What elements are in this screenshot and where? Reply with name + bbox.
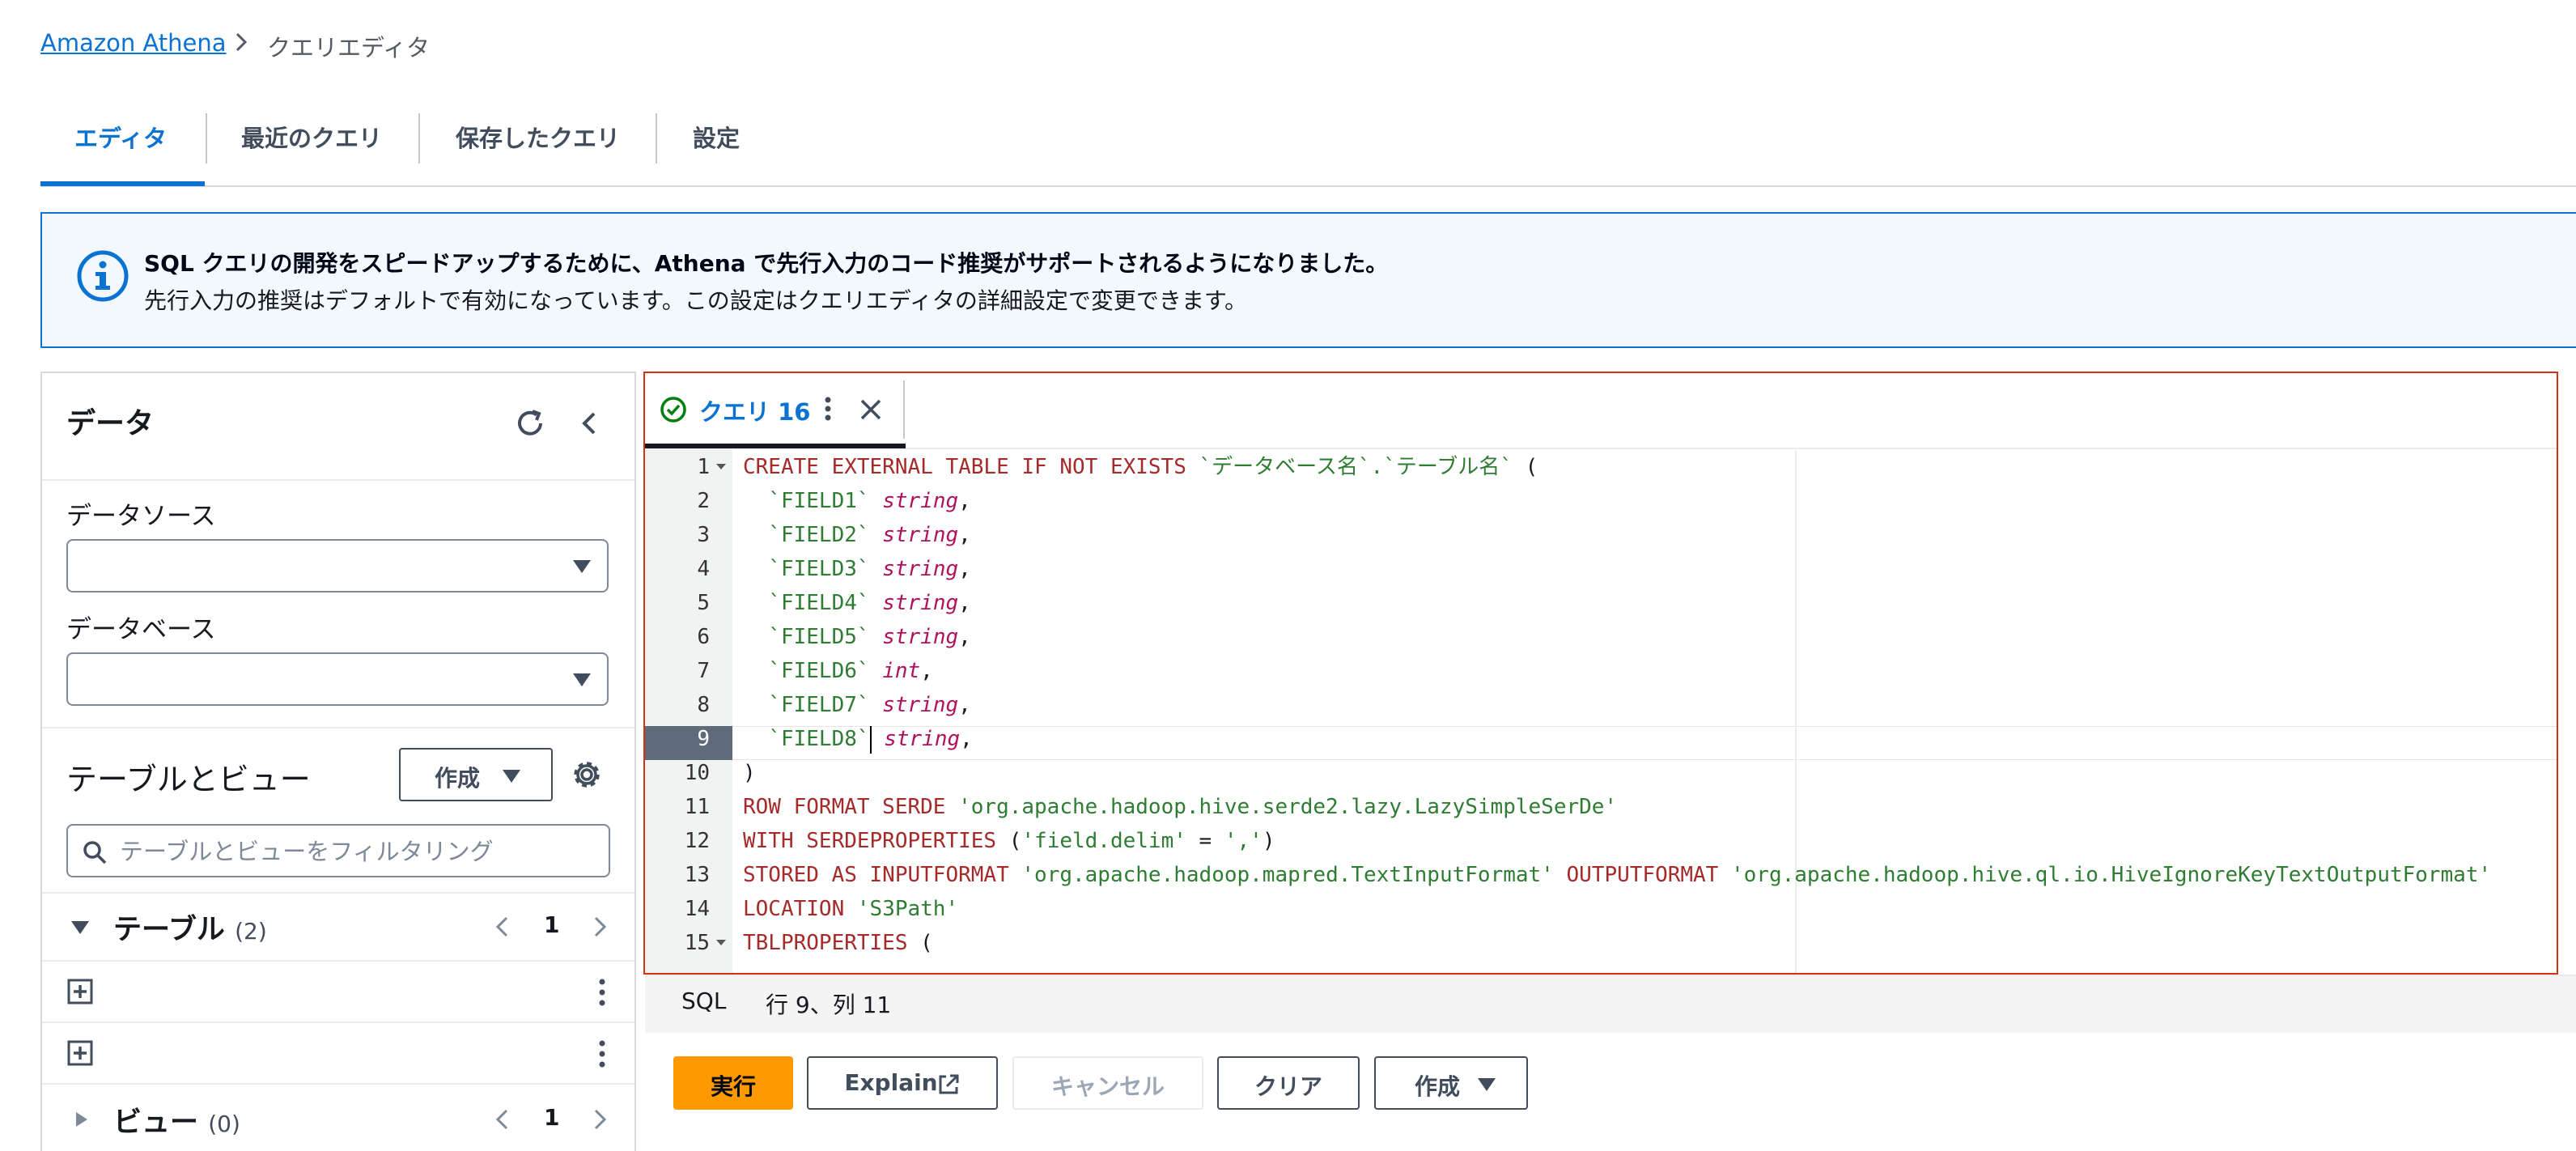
run-button[interactable]: 実行 — [673, 1056, 793, 1110]
tab-saved-queries[interactable]: 保存したクエリ — [456, 120, 620, 154]
chevron-right-icon[interactable] — [586, 1106, 613, 1133]
datasource-label: データソース — [66, 502, 216, 531]
breadcrumb-current: クエリエディタ — [267, 34, 430, 62]
caret-down-icon — [503, 770, 520, 783]
divider — [42, 727, 634, 728]
views-count: (0) — [208, 1111, 240, 1137]
run-button-label: 実行 — [710, 1073, 756, 1100]
chevron-right-icon — [236, 32, 248, 52]
banner-title: SQL クエリの開発をスピードアップするために、Athena で先行入力のコード… — [144, 250, 1389, 277]
collapse-panel-icon[interactable] — [571, 405, 609, 442]
caret-down-icon — [573, 673, 591, 686]
gear-icon[interactable] — [570, 758, 604, 792]
banner-body: 先行入力の推奨はデフォルトで有効になっています。この設定はクエリエディタの詳細設… — [144, 287, 1248, 314]
database-label: データベース — [66, 615, 216, 644]
caret-down-icon[interactable] — [68, 915, 92, 939]
explain-button[interactable]: Explain — [807, 1056, 998, 1110]
more-vertical-icon[interactable] — [594, 976, 610, 1009]
search-icon — [83, 841, 107, 864]
clear-button[interactable]: クリア — [1217, 1056, 1360, 1110]
tab-settings[interactable]: 設定 — [693, 120, 740, 154]
expand-plus-icon[interactable] — [66, 978, 94, 1005]
tab-divider — [206, 113, 207, 164]
breadcrumb-athena-link[interactable]: Amazon Athena — [40, 29, 227, 57]
table-filter-input[interactable] — [118, 832, 599, 871]
divider — [42, 479, 634, 481]
tab-editor[interactable]: エディタ — [74, 120, 167, 154]
datasource-select[interactable] — [66, 539, 609, 592]
chevron-right-icon[interactable] — [586, 913, 613, 941]
create-dropdown-button[interactable]: 作成 — [399, 748, 553, 801]
editor-highlight-frame — [643, 372, 2558, 975]
active-tab-indicator — [40, 181, 205, 186]
create-query-button[interactable]: 作成 — [1374, 1056, 1528, 1110]
status-language: SQL — [681, 987, 727, 1014]
explain-button-label: Explain — [844, 1069, 938, 1096]
cancel-button-label: キャンセル — [1050, 1073, 1165, 1100]
caret-down-icon — [1478, 1078, 1496, 1091]
data-panel-title: データ — [66, 407, 155, 440]
tabs-border — [40, 185, 2576, 187]
chevron-left-icon[interactable] — [489, 913, 516, 941]
tab-recent-queries[interactable]: 最近のクエリ — [241, 120, 382, 154]
create-query-button-label: 作成 — [1414, 1073, 1460, 1100]
expand-plus-icon[interactable] — [66, 1039, 94, 1067]
views-section-label: ビュー — [113, 1106, 199, 1139]
cancel-button: キャンセル — [1012, 1056, 1203, 1110]
divider — [42, 892, 634, 894]
external-link-icon — [939, 1074, 959, 1094]
tables-views-title: テーブルとビュー — [66, 762, 311, 797]
tab-divider — [418, 113, 420, 164]
divider — [42, 1021, 634, 1023]
caret-right-icon[interactable] — [71, 1107, 92, 1132]
tab-divider — [656, 113, 657, 164]
clear-button-label: クリア — [1254, 1073, 1322, 1100]
refresh-icon[interactable] — [511, 405, 549, 442]
info-icon — [77, 250, 129, 302]
info-banner — [40, 212, 2576, 348]
tables-section-title[interactable]: テーブル (2) — [113, 907, 267, 948]
chevron-left-icon[interactable] — [489, 1106, 516, 1133]
divider — [42, 1083, 634, 1085]
more-vertical-icon[interactable] — [594, 1038, 610, 1070]
tables-count: (2) — [235, 918, 267, 945]
status-cursor-position: 行 9、列 11 — [766, 992, 892, 1018]
editor-status-bar — [645, 975, 2576, 1033]
divider — [42, 960, 634, 962]
views-page-number: 1 — [544, 1104, 560, 1131]
views-section-title[interactable]: ビュー (0) — [113, 1099, 240, 1140]
database-select[interactable] — [66, 652, 609, 706]
tables-section-label: テーブル — [113, 914, 225, 946]
caret-down-icon — [573, 560, 591, 573]
create-button-label: 作成 — [435, 765, 481, 792]
table-filter-field[interactable] — [66, 824, 610, 877]
tables-page-number: 1 — [544, 911, 560, 938]
